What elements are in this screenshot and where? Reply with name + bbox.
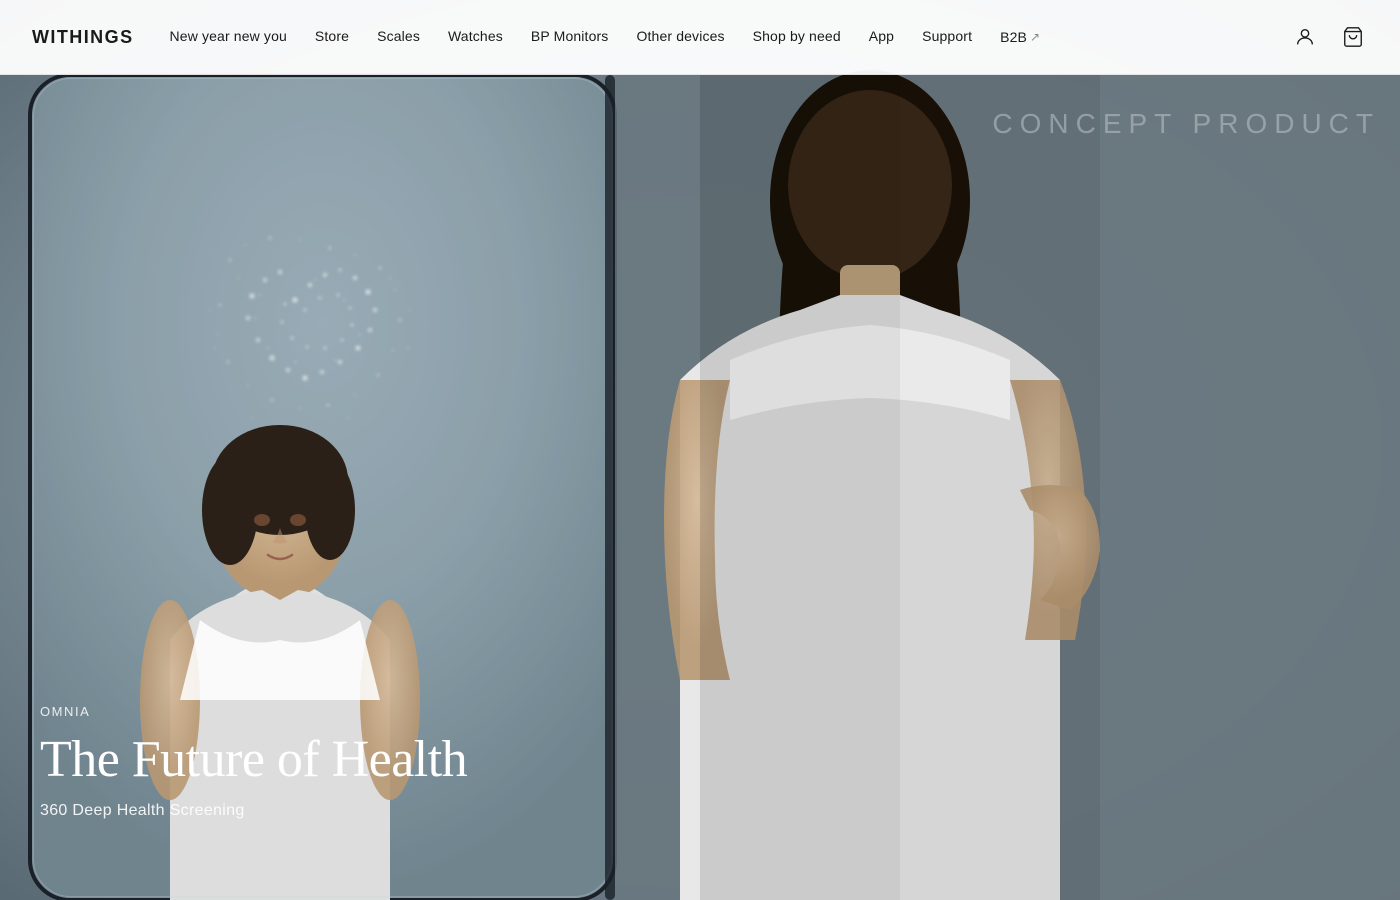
nav-item-store[interactable]: Store bbox=[315, 28, 349, 46]
nav-item-new-year[interactable]: New year new you bbox=[170, 28, 287, 46]
navbar-right bbox=[1290, 22, 1368, 52]
nav-link-scales[interactable]: Scales bbox=[377, 28, 420, 44]
nav-link-store[interactable]: Store bbox=[315, 28, 349, 44]
nav-item-shop-by-need[interactable]: Shop by need bbox=[753, 28, 841, 46]
concept-label: CONCEPT PRODUCT bbox=[992, 108, 1380, 140]
nav-item-other-devices[interactable]: Other devices bbox=[636, 28, 724, 46]
nav-link-bp-monitors[interactable]: BP Monitors bbox=[531, 28, 609, 44]
nav-item-app[interactable]: App bbox=[869, 28, 894, 46]
hero-title: The Future of Health bbox=[40, 731, 467, 788]
nav-link-watches[interactable]: Watches bbox=[448, 28, 503, 44]
navbar: WITHINGS New year new you Store Scales W… bbox=[0, 0, 1400, 75]
nav-link-shop-by-need[interactable]: Shop by need bbox=[753, 28, 841, 44]
nav-item-support[interactable]: Support bbox=[922, 28, 972, 46]
nav-item-scales[interactable]: Scales bbox=[377, 28, 420, 46]
account-button[interactable] bbox=[1290, 22, 1320, 52]
hero-product-name: OMNIA bbox=[40, 704, 467, 719]
nav-links: New year new you Store Scales Watches BP… bbox=[170, 28, 1041, 46]
nav-link-b2b[interactable]: B2B ↗ bbox=[1000, 29, 1040, 45]
external-link-icon: ↗ bbox=[1030, 30, 1040, 44]
nav-link-other-devices[interactable]: Other devices bbox=[636, 28, 724, 44]
nav-link-new-year[interactable]: New year new you bbox=[170, 28, 287, 44]
nav-link-support[interactable]: Support bbox=[922, 28, 972, 44]
brand-logo[interactable]: WITHINGS bbox=[32, 27, 134, 48]
hero-section: CONCEPT PRODUCT OMNIA The Future of Heal… bbox=[0, 0, 1400, 900]
nav-item-bp-monitors[interactable]: BP Monitors bbox=[531, 28, 609, 46]
cart-icon bbox=[1342, 26, 1364, 48]
hero-text-block: OMNIA The Future of Health 360 Deep Heal… bbox=[40, 704, 467, 820]
nav-item-b2b[interactable]: B2B ↗ bbox=[1000, 29, 1040, 45]
cart-button[interactable] bbox=[1338, 22, 1368, 52]
navbar-left: WITHINGS New year new you Store Scales W… bbox=[32, 27, 1040, 48]
nav-item-watches[interactable]: Watches bbox=[448, 28, 503, 46]
nav-link-app[interactable]: App bbox=[869, 28, 894, 44]
account-icon bbox=[1294, 26, 1316, 48]
hero-description: 360 Deep Health Screening bbox=[40, 802, 467, 820]
